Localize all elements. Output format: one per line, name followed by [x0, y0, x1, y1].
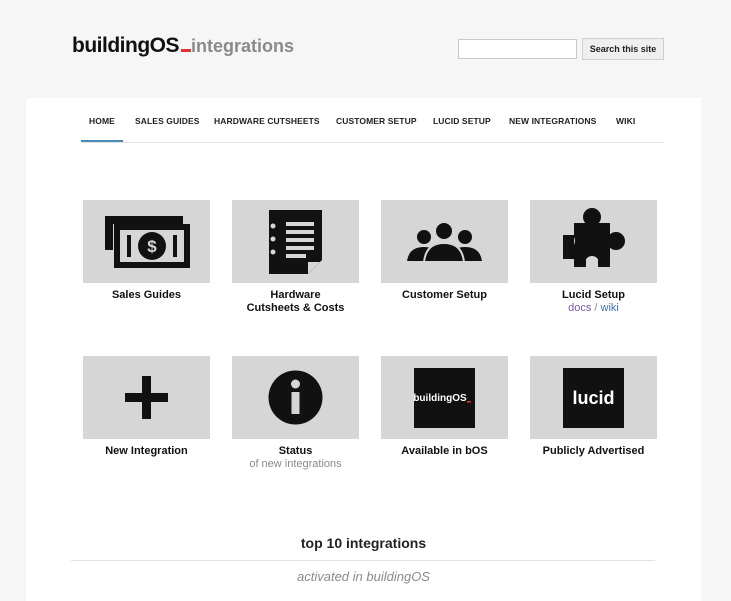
tile-sales-guides-box[interactable]: $	[83, 200, 210, 283]
tile-sales-guides: $ Sales Guides	[83, 200, 210, 302]
tile-hardware-cutsheets-label[interactable]: Hardware Cutsheets & Costs	[232, 289, 359, 315]
tile-customer-setup-box[interactable]	[381, 200, 508, 283]
buildingos-logo-icon: buildingOS	[413, 368, 475, 428]
tile-customer-setup-label[interactable]: Customer Setup	[381, 289, 508, 302]
tile-publicly-advertised-label[interactable]: Publicly Advertised	[530, 445, 657, 458]
nav-new-integrations[interactable]: NEW INTEGRATIONS	[509, 116, 596, 126]
site-name: integrations	[191, 36, 295, 56]
search-input[interactable]	[458, 39, 577, 59]
lucid-logo-icon: lucid	[563, 368, 624, 428]
info-icon	[268, 370, 323, 425]
nav-home[interactable]: HOME	[81, 116, 123, 142]
money-icon: $	[105, 216, 190, 268]
tile-publicly-advertised-box[interactable]: lucid	[530, 356, 657, 439]
tile-status: Status of new integrations	[232, 356, 359, 471]
nav-sales-guides[interactable]: SALES GUIDES	[135, 116, 200, 126]
docs-link[interactable]: docs	[568, 302, 591, 314]
buildingos-logo-text: buildingOS	[413, 393, 467, 404]
tile-status-label[interactable]: Status	[232, 445, 359, 458]
search-button[interactable]: Search this site	[582, 38, 664, 60]
tile-customer-setup: Customer Setup	[381, 200, 508, 302]
tile-hardware-cutsheets-box[interactable]	[232, 200, 359, 283]
tile-new-integration-label[interactable]: New Integration	[83, 445, 210, 458]
logo-underscore	[180, 49, 191, 52]
tile-status-box[interactable]	[232, 356, 359, 439]
svg-text:$: $	[147, 237, 157, 256]
tile-publicly-advertised: lucid Publicly Advertised	[530, 356, 657, 458]
tile-new-integration: New Integration	[83, 356, 210, 458]
nav-customer-setup[interactable]: CUSTOMER SETUP	[336, 116, 417, 126]
top-integrations-title: top 10 integrations	[300, 535, 427, 551]
link-separator: /	[594, 302, 598, 314]
logo-text: buildingOS	[72, 34, 179, 57]
users-icon	[407, 221, 482, 263]
tile-status-sub: of new integrations	[249, 458, 342, 470]
puzzle-icon	[561, 208, 625, 270]
lucid-logo-text: lucid	[572, 388, 614, 408]
tile-lucid-setup-box[interactable]	[530, 200, 657, 283]
tile-lucid-setup-label[interactable]: Lucid Setup	[530, 289, 657, 302]
tile-sales-guides-label[interactable]: Sales Guides	[83, 289, 210, 302]
plus-icon	[125, 376, 168, 419]
content-card: HOME SALES GUIDES HARDWARE CUTSHEETS CUS…	[26, 98, 701, 601]
document-icon	[269, 210, 322, 274]
tile-available-in-bos: buildingOS Available in bOS	[381, 356, 508, 458]
tile-available-in-bos-label[interactable]: Available in bOS	[381, 445, 508, 458]
tile-hardware-label-line1: Hardware	[270, 289, 321, 301]
main-nav: HOME SALES GUIDES HARDWARE CUTSHEETS CUS…	[81, 98, 664, 143]
site-logo[interactable]: buildingOS	[72, 34, 191, 58]
lucid-setup-links: docs / wiki	[530, 302, 657, 315]
nav-lucid-setup[interactable]: LUCID SETUP	[433, 116, 491, 126]
wiki-link[interactable]: wiki	[601, 302, 619, 314]
tile-lucid-setup: Lucid Setup docs / wiki	[530, 200, 657, 315]
tile-hardware-label-line2: Cutsheets & Costs	[246, 302, 345, 314]
top-integrations-subtitle: activated in buildingOS	[297, 569, 430, 584]
tile-hardware-cutsheets: Hardware Cutsheets & Costs	[232, 200, 359, 315]
tile-available-in-bos-box[interactable]: buildingOS	[381, 356, 508, 439]
tile-new-integration-box[interactable]	[83, 356, 210, 439]
nav-wiki[interactable]: WIKI	[616, 116, 635, 126]
divider	[71, 560, 655, 561]
nav-hardware-cutsheets[interactable]: HARDWARE CUTSHEETS	[214, 116, 320, 126]
